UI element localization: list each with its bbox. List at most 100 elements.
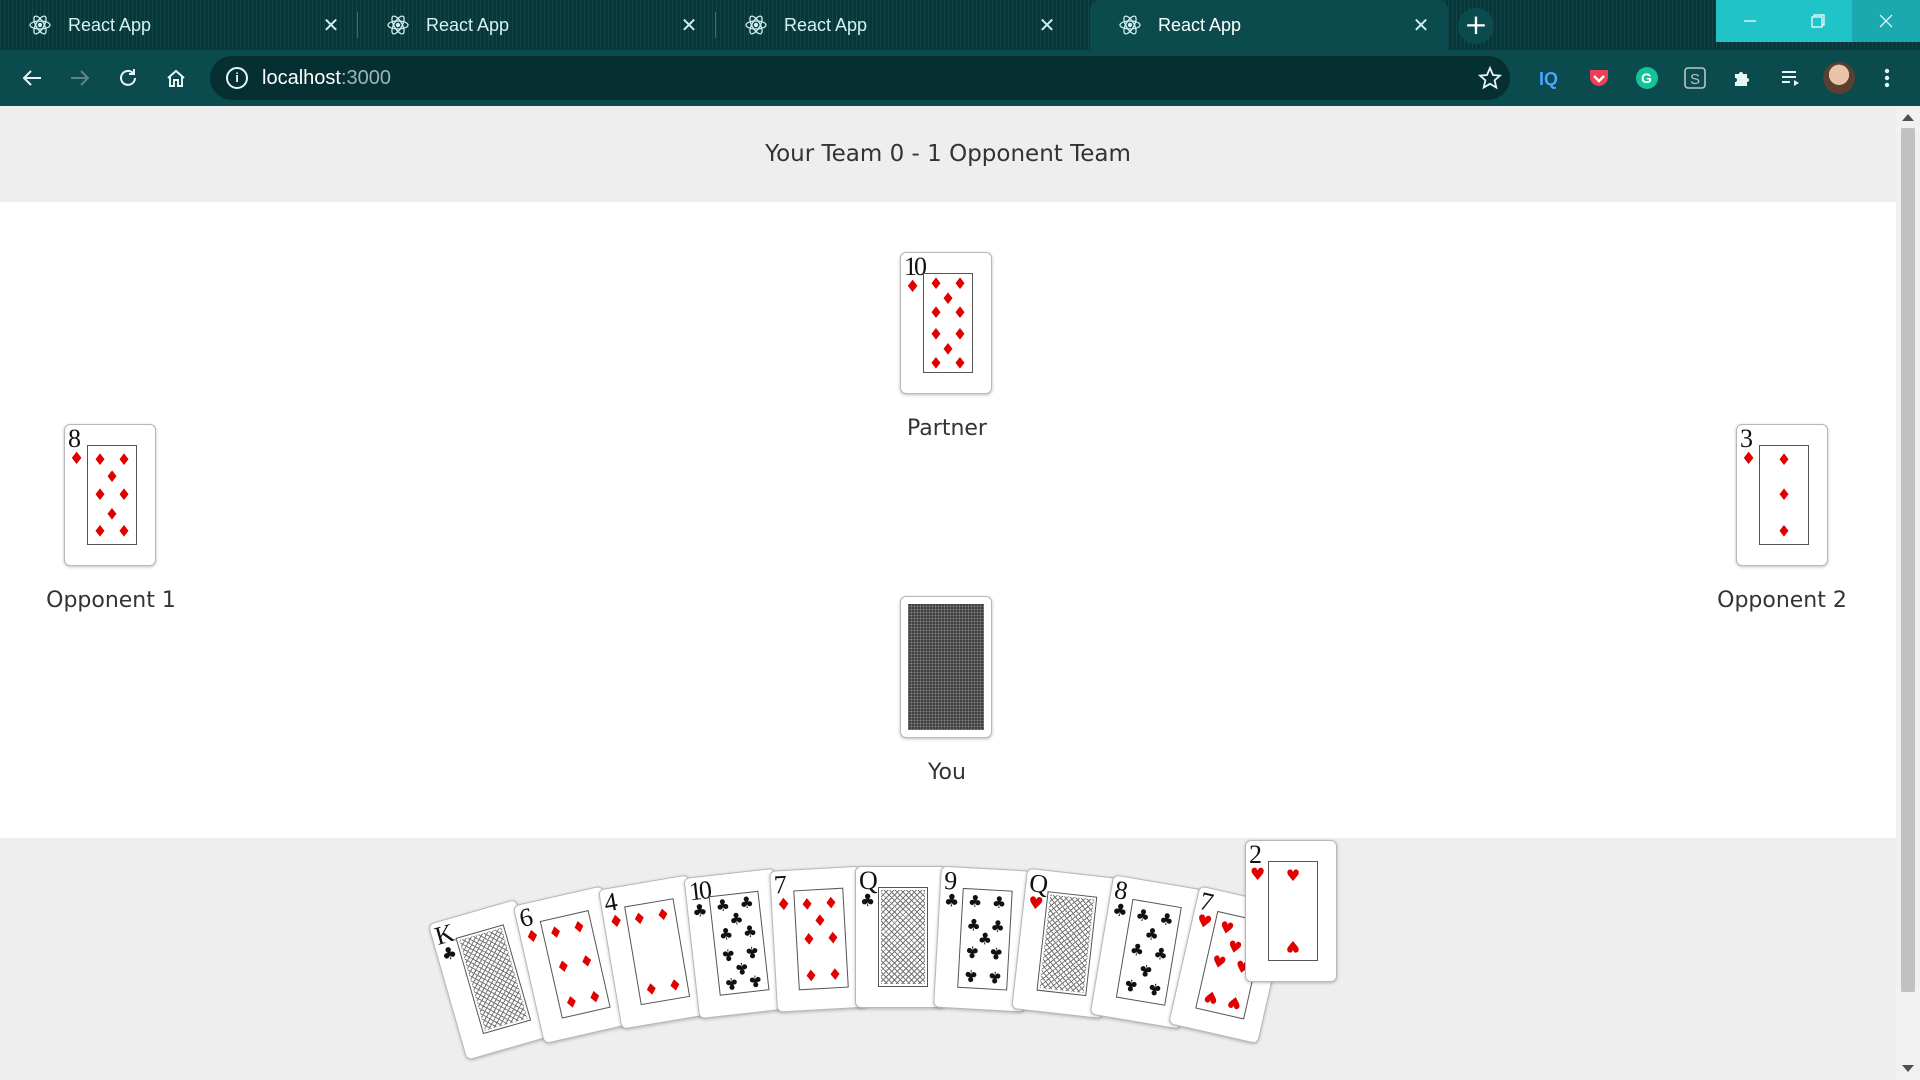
hand-card[interactable]: 7 ♦ ♦ ♦ ♦ ♦ ♦ ♦ ♦ xyxy=(769,865,869,1013)
you-played-card[interactable] xyxy=(900,596,992,738)
diamonds-pip-icon: ♦ xyxy=(546,920,565,943)
diamonds-pip-icon: ♦ xyxy=(554,955,573,977)
card-rank: 8 xyxy=(68,424,81,453)
react-icon xyxy=(745,15,767,35)
diamonds-pip-icon: ♦ xyxy=(654,904,672,926)
opponent-1-label: Opponent 1 xyxy=(46,588,176,613)
bookmark-button[interactable] xyxy=(1472,60,1508,96)
forward-button[interactable] xyxy=(62,60,98,96)
minimize-icon xyxy=(1744,20,1756,22)
diamonds-pip-icon: ♦ xyxy=(799,893,815,914)
diamonds-pip-icon: ♦ xyxy=(952,273,968,293)
partner-played-card[interactable]: 10 ♦ ♦ ♦ ♦ ♦ ♦ ♦ ♦ ♦ ♦ ♦ xyxy=(900,252,992,394)
menu-icon[interactable] xyxy=(1873,64,1901,92)
svg-text:IQ: IQ xyxy=(1539,69,1558,89)
browser-tab[interactable]: React App ✕ xyxy=(0,0,358,50)
browser-tab-active[interactable]: React App ✕ xyxy=(1090,0,1448,50)
game-page: Your Team 0 - 1 Opponent Team 10 ♦ ♦ ♦ ♦ ♦ ♦ ♦ ♦… xyxy=(0,106,1896,1080)
hearts-pip-icon: ♥ xyxy=(1217,916,1237,939)
diamonds-pip-icon: ♦ xyxy=(585,985,604,1007)
card-center-pane xyxy=(878,887,928,987)
diamonds-pip-icon: ♦ xyxy=(562,990,581,1013)
opponent2-played-card[interactable]: 3 ♦ ♦ ♦ ♦ xyxy=(1736,424,1828,566)
clubs-pip-icon: ♣ xyxy=(741,921,759,943)
clubs-pip-icon: ♣ xyxy=(991,891,1007,912)
clubs-pip-icon: ♣ xyxy=(967,890,983,911)
profile-avatar[interactable] xyxy=(1823,62,1855,94)
hearts-icon: ♥ xyxy=(1194,910,1214,934)
close-icon[interactable]: ✕ xyxy=(1408,12,1434,38)
card-center-pane: ♣ ♣ ♣ ♣ ♣ ♣ ♣ ♣ ♣ xyxy=(957,887,1013,991)
opponent-2-label: Opponent 2 xyxy=(1717,588,1847,613)
back-button[interactable] xyxy=(14,60,50,96)
diamonds-pip-icon: ♦ xyxy=(104,467,120,487)
tab-title: React App xyxy=(68,14,152,35)
scroll-down-icon[interactable] xyxy=(1902,1065,1914,1072)
grammarly-extension-icon[interactable]: G xyxy=(1633,64,1661,92)
browser-tab[interactable]: React App ✕ xyxy=(716,0,1074,50)
clubs-pip-icon: ♣ xyxy=(1152,943,1170,965)
clubs-pip-icon: ♣ xyxy=(1146,979,1164,1001)
court-card-portrait xyxy=(881,890,925,984)
diamonds-pip-icon: ♦ xyxy=(952,303,968,323)
pocket-extension-icon[interactable] xyxy=(1585,64,1613,92)
clubs-pip-icon: ♣ xyxy=(1128,939,1146,961)
you-label: You xyxy=(928,760,966,785)
diamonds-pip-icon: ♦ xyxy=(928,353,944,373)
hearts-pip-icon: ♥ xyxy=(1225,936,1244,958)
scroll-up-icon[interactable] xyxy=(1902,114,1914,121)
reload-button[interactable] xyxy=(110,60,146,96)
close-icon[interactable]: ✕ xyxy=(676,12,702,38)
diamonds-pip-icon: ♦ xyxy=(116,485,132,504)
diamonds-pip-icon: ♦ xyxy=(952,353,968,373)
browser-tab[interactable]: React App ✕ xyxy=(358,0,716,50)
diamonds-icon: ♦ xyxy=(523,925,543,949)
diamonds-pip-icon: ♦ xyxy=(116,449,132,469)
diamonds-pip-icon: ♦ xyxy=(812,910,828,931)
diamonds-pip-icon: ♦ xyxy=(928,303,944,323)
card-center-pane: ♣ ♣ ♣ ♣ ♣ ♣ ♣ ♣ ♣ ♣ xyxy=(708,891,770,997)
puzzle-icon[interactable] xyxy=(1729,64,1757,92)
address-bar[interactable]: i localhost:3000 xyxy=(210,56,1510,100)
home-button[interactable] xyxy=(158,60,194,96)
hand-card[interactable]: 2 ♥ ♥ ♥ xyxy=(1245,840,1337,982)
diamonds-pip-icon: ♦ xyxy=(630,908,648,930)
restore-button[interactable] xyxy=(1784,0,1852,42)
card-center-pane: ♦ ♦ ♦ ♦ xyxy=(624,898,691,1006)
close-icon[interactable]: ✕ xyxy=(1034,12,1060,38)
clubs-icon: ♣ xyxy=(860,891,876,911)
info-icon[interactable]: i xyxy=(226,67,248,89)
court-card-portrait xyxy=(1039,894,1095,994)
s-extension-icon[interactable]: S xyxy=(1681,64,1709,92)
clubs-icon: ♣ xyxy=(1110,900,1130,923)
clubs-pip-icon: ♣ xyxy=(1134,904,1152,927)
diamonds-icon: ♦ xyxy=(69,449,85,469)
diamonds-pip-icon: ♦ xyxy=(577,949,596,972)
react-icon xyxy=(29,15,51,35)
scroll-thumb[interactable] xyxy=(1901,128,1915,992)
diamonds-pip-icon: ♦ xyxy=(1776,521,1792,541)
clubs-icon: ♣ xyxy=(439,942,460,967)
iq-extension-icon[interactable]: IQ xyxy=(1537,64,1565,92)
diamonds-icon: ♦ xyxy=(607,911,626,934)
media-queue-icon[interactable] xyxy=(1777,64,1805,92)
clubs-pip-icon: ♣ xyxy=(963,965,979,986)
svg-text:S: S xyxy=(1690,71,1700,88)
diamonds-icon: ♦ xyxy=(1741,449,1757,469)
close-icon[interactable]: ✕ xyxy=(318,12,344,38)
scrollbar[interactable] xyxy=(1896,106,1920,1080)
diamonds-pip-icon: ♦ xyxy=(92,485,108,504)
diamonds-pip-icon: ♦ xyxy=(569,915,589,938)
hearts-pip-icon: ♥ xyxy=(1285,865,1301,885)
court-card-portrait xyxy=(459,927,528,1031)
card-rank: Q xyxy=(859,866,878,895)
new-tab-button[interactable]: + xyxy=(1458,8,1494,44)
diamonds-icon: ♦ xyxy=(905,277,921,297)
minimize-button[interactable] xyxy=(1716,0,1784,42)
diamonds-pip-icon: ♦ xyxy=(666,974,684,996)
hand-area: K ♣ 6 ♦ ♦ ♦ ♦ ♦ ♦ ♦ 4 ♦ ♦ ♦ ♦ ♦ 10 ♣ ♣ ♣ ♣ ♣ ♣ ♣ ♣ ♣ ♣ ♣ 7 ♦ ♦ ♦ ♦ ♦ ♦ ♦ ♦ Q ♣… xyxy=(0,838,1896,1080)
close-window-button[interactable] xyxy=(1852,0,1920,42)
opponent1-played-card[interactable]: 8 ♦ ♦ ♦ ♦ ♦ ♦ ♦ ♦ ♦ xyxy=(64,424,156,566)
card-center-pane xyxy=(1036,891,1098,997)
diamonds-pip-icon: ♦ xyxy=(1776,485,1792,504)
